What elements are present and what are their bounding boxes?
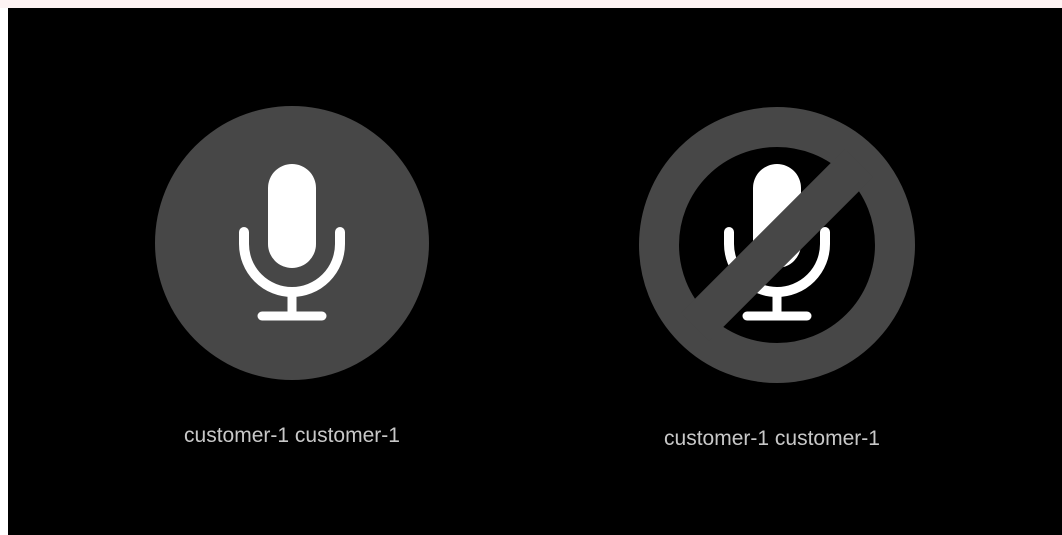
microphone-muted-icon: [639, 107, 915, 383]
avatar-muted[interactable]: [639, 107, 915, 383]
participant-name: customer-1 customer-1: [664, 427, 880, 450]
participants-panel: customer-1 customer-1 customer-1 custome…: [8, 8, 1062, 535]
page-top-strip: [0, 0, 1062, 8]
participant-name: customer-1 customer-1: [184, 424, 400, 447]
microphone-icon: [239, 164, 345, 321]
